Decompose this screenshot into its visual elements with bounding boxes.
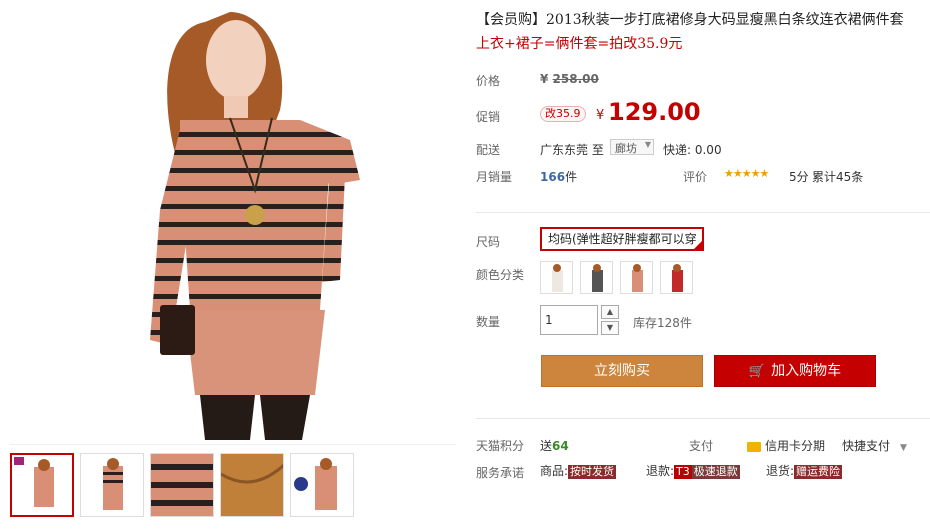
points-label: 天猫积分 (476, 439, 525, 453)
size-label: 尺码 (476, 235, 501, 249)
t3-badge-icon: T3 (674, 465, 692, 479)
cart-icon: 🛒 (748, 364, 766, 379)
color-swatch-white[interactable] (540, 261, 573, 294)
color-label: 颜色分类 (476, 268, 525, 282)
promo-price: 129.00 (608, 98, 701, 126)
sales-unit: 件 (565, 170, 578, 184)
fast-refund-tag[interactable]: 极速退款 (691, 465, 740, 479)
ship-from: 广东东莞 至 (540, 141, 604, 158)
shipping-label: 配送 (476, 143, 501, 157)
return-label: 退货: (766, 464, 795, 478)
shipping-fee: 快递: 0.00 (663, 143, 722, 157)
add-to-cart-label: 加入购物车 (771, 363, 842, 379)
color-swatch-gray[interactable] (580, 261, 613, 294)
model-illustration (150, 12, 360, 440)
chevron-down-icon: ▼ (606, 323, 614, 332)
swatch-image (672, 264, 683, 292)
original-price-value: 258.00 (552, 72, 599, 86)
divider (476, 418, 930, 419)
size-option-selected[interactable]: 均码(弹性超好胖瘦都可以穿 (540, 227, 704, 251)
review-count-link[interactable]: 累计45条 (812, 168, 863, 185)
goods-label: 商品: (540, 464, 569, 478)
thumbnail-fabric-image (221, 454, 283, 516)
thumbnail-strip (10, 444, 456, 524)
monthly-sales: 166件 (540, 168, 577, 185)
sales-count: 166 (540, 170, 566, 184)
selected-check-icon (694, 241, 702, 249)
main-product-image[interactable] (10, 0, 456, 440)
original-price: ¥ 258.00 (540, 72, 599, 86)
thumbnail-fabric-image (151, 454, 213, 516)
product-title: 【会员购】2013秋装一步打底裙修身大码显瘦黑白条纹连衣裙俩件套 (476, 12, 904, 28)
pay-label: 支付 (689, 439, 714, 453)
swatch-image (592, 264, 603, 292)
service-refund: 退款: T3 极速退款 (646, 462, 740, 479)
thumbnail-2[interactable] (80, 453, 144, 517)
promo-currency: ¥ (596, 108, 605, 123)
chevron-down-icon: ▼ (900, 443, 907, 453)
add-to-cart-button[interactable]: 🛒 加入购物车 (714, 355, 876, 387)
vip-badge-icon (14, 457, 24, 465)
thumbnail-4[interactable] (220, 453, 284, 517)
price-label: 价格 (476, 74, 501, 88)
swatch-image (552, 264, 563, 292)
quantity-input[interactable]: 1 (540, 305, 598, 335)
ship-to-word: 至 (591, 143, 604, 157)
points-prefix: 送 (540, 439, 553, 453)
quick-pay-label: 快捷支付 (842, 439, 891, 453)
buy-now-button[interactable]: 立刻购买 (541, 355, 703, 387)
stock-count: 库存128件 (633, 316, 692, 330)
divider (476, 212, 930, 213)
color-swatch-red[interactable] (660, 261, 693, 294)
service-label: 服务承诺 (476, 466, 525, 480)
thumbnail-1[interactable] (10, 453, 74, 517)
service-return: 退货: 赠运费险 (766, 462, 843, 479)
rating-label: 评价 (683, 170, 708, 184)
sales-label: 月销量 (476, 170, 513, 184)
color-swatches (540, 261, 693, 294)
rating-stars-icon: ★★★★★ (724, 167, 769, 180)
ship-to-select[interactable]: 廊坊 ▼ (610, 139, 654, 155)
thumbnail-model-image (103, 458, 123, 510)
chevron-down-icon: ▼ (644, 140, 651, 149)
installment-label: 信用卡分期 (765, 439, 826, 453)
currency-symbol: ¥ (540, 72, 549, 86)
product-info-panel: 【会员购】2013秋装一步打底裙修身大码显瘦黑白条纹连衣裙俩件套 上衣+裙子=俩… (476, 0, 930, 529)
thumbnail-3[interactable] (150, 453, 214, 517)
quantity-decrease-button[interactable]: ▼ (601, 321, 619, 335)
promo-tag: 改35.9 (540, 106, 586, 122)
chevron-up-icon: ▲ (606, 307, 614, 316)
installment-pay[interactable]: 信用卡分期 (747, 437, 825, 454)
rating-score: 5分 (789, 170, 809, 184)
service-goods: 商品: 按时发货 (540, 462, 617, 479)
promo-label: 促销 (476, 110, 501, 124)
thumbnail-model-image (294, 458, 337, 510)
swatch-image (632, 264, 643, 292)
points-value: 送64 (540, 437, 569, 454)
color-swatch-pink[interactable] (620, 261, 653, 294)
quantity-increase-button[interactable]: ▲ (601, 305, 619, 319)
ship-from-city: 广东东莞 (540, 143, 589, 157)
shipping-insurance-tag[interactable]: 赠运费险 (794, 465, 843, 479)
quantity-label: 数量 (476, 315, 501, 329)
ship-to-city: 廊坊 (615, 142, 637, 155)
refund-label: 退款: (646, 464, 675, 478)
quick-pay[interactable]: 快捷支付 ▼ (842, 437, 907, 454)
on-time-ship-tag[interactable]: 按时发货 (568, 465, 617, 479)
size-option-text: 均码(弹性超好胖瘦都可以穿 (548, 232, 697, 246)
price-info-block: 价格 ¥ 258.00 促销 改35.9 ¥ 129.00 配送 广东东莞 至 … (476, 60, 930, 200)
credit-card-icon (747, 441, 761, 452)
product-subtitle: 上衣+裙子=俩件套=拍改35.9元 (476, 36, 683, 52)
points-amount: 64 (552, 439, 569, 453)
thumbnail-5[interactable] (290, 453, 354, 517)
